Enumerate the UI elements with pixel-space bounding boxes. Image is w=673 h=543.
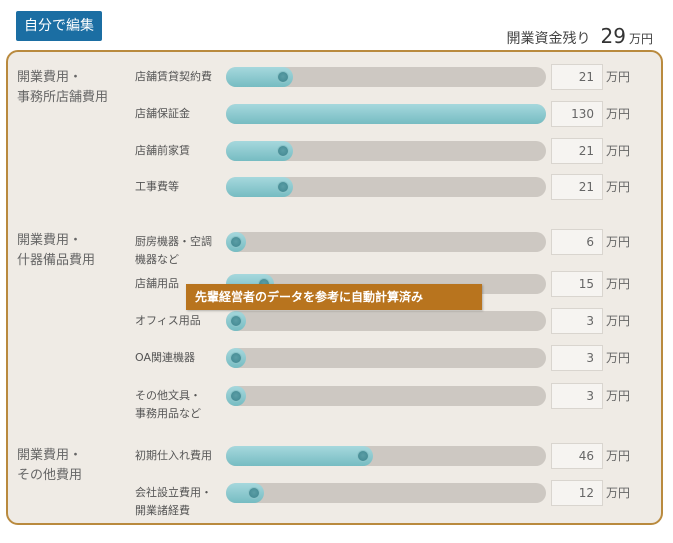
slider-store-lease-contract[interactable]	[226, 67, 546, 87]
row-label-other-stationery: その他文具・ 事務用品など	[135, 389, 201, 420]
value-input-store-lease-contract[interactable]: 21	[551, 64, 603, 90]
unit-label: 万円	[606, 180, 631, 194]
remaining-funds-unit: 万円	[628, 32, 653, 46]
unit-label: 万円	[606, 70, 631, 84]
value-input-company-setup[interactable]: 12	[551, 480, 603, 506]
group-label-office-store: 開業費用・ 事務所店舗費用	[17, 70, 109, 105]
slider-handle[interactable]	[357, 450, 369, 462]
unit-label: 万円	[606, 486, 631, 500]
row-label-company-setup: 会社設立費用・ 開業諸経費	[135, 486, 212, 517]
unit-label: 万円	[606, 235, 631, 249]
slider-handle[interactable]	[277, 71, 289, 83]
slider-handle[interactable]	[230, 315, 242, 327]
value-input-store-deposit[interactable]: 130	[551, 101, 603, 127]
slider-fill	[226, 104, 546, 124]
group-label-other: 開業費用・ その他費用	[17, 448, 83, 483]
value-input-kitchen-ac-equipment[interactable]: 6	[551, 229, 603, 255]
cost-panel: 開業費用・ 事務所店舗費用 開業費用・ 什器備品費用 開業費用・ その他費用 店…	[6, 50, 663, 525]
slider-handle[interactable]	[277, 145, 289, 157]
remaining-funds-label: 開業資金残り	[506, 31, 591, 47]
row-label-office-supplies: オフィス用品	[135, 314, 201, 327]
remaining-funds-value: 29	[600, 24, 626, 48]
value-input-initial-stock[interactable]: 46	[551, 443, 603, 469]
unit-label: 万円	[606, 277, 631, 291]
row-label-store-lease-contract: 店舗賃貸契約費	[135, 70, 212, 83]
unit-label: 万円	[606, 314, 631, 328]
value-input-other-stationery[interactable]: 3	[551, 383, 603, 409]
value-input-oa-equipment[interactable]: 3	[551, 345, 603, 371]
slider-store-deposit[interactable]	[226, 104, 546, 124]
value-input-construction[interactable]: 21	[551, 174, 603, 200]
slider-other-stationery[interactable]	[226, 386, 546, 406]
value-input-store-supplies[interactable]: 15	[551, 271, 603, 297]
unit-label: 万円	[606, 351, 631, 365]
value-input-office-supplies[interactable]: 3	[551, 308, 603, 334]
unit-label: 万円	[606, 144, 631, 158]
row-label-store-advance-rent: 店舗前家賃	[135, 144, 190, 157]
slider-kitchen-ac-equipment[interactable]	[226, 232, 546, 252]
row-label-store-deposit: 店舗保証金	[135, 107, 190, 120]
slider-handle[interactable]	[230, 236, 242, 248]
row-label-oa-equipment: OA関連機器	[135, 351, 195, 364]
unit-label: 万円	[606, 389, 631, 403]
slider-construction[interactable]	[226, 177, 546, 197]
slider-handle[interactable]	[230, 390, 242, 402]
slider-handle[interactable]	[277, 181, 289, 193]
slider-office-supplies[interactable]	[226, 311, 546, 331]
slider-company-setup[interactable]	[226, 483, 546, 503]
row-label-initial-stock: 初期仕入れ費用	[135, 449, 212, 462]
slider-initial-stock[interactable]	[226, 446, 546, 466]
slider-handle[interactable]	[248, 487, 260, 499]
auto-calc-tooltip: 先輩経営者のデータを参考に自動計算済み	[186, 284, 482, 310]
value-input-store-advance-rent[interactable]: 21	[551, 138, 603, 164]
slider-oa-equipment[interactable]	[226, 348, 546, 368]
unit-label: 万円	[606, 449, 631, 463]
group-label-fixtures: 開業費用・ 什器備品費用	[17, 233, 96, 268]
row-label-construction: 工事費等	[135, 180, 179, 193]
slider-fill	[226, 446, 373, 466]
slider-store-advance-rent[interactable]	[226, 141, 546, 161]
edit-manually-button[interactable]: 自分で編集	[16, 11, 102, 41]
remaining-funds: 開業資金残り 29 万円	[507, 24, 653, 48]
slider-handle[interactable]	[230, 352, 242, 364]
unit-label: 万円	[606, 107, 631, 121]
row-label-kitchen-ac-equipment: 厨房機器・空調 機器など	[135, 235, 212, 266]
